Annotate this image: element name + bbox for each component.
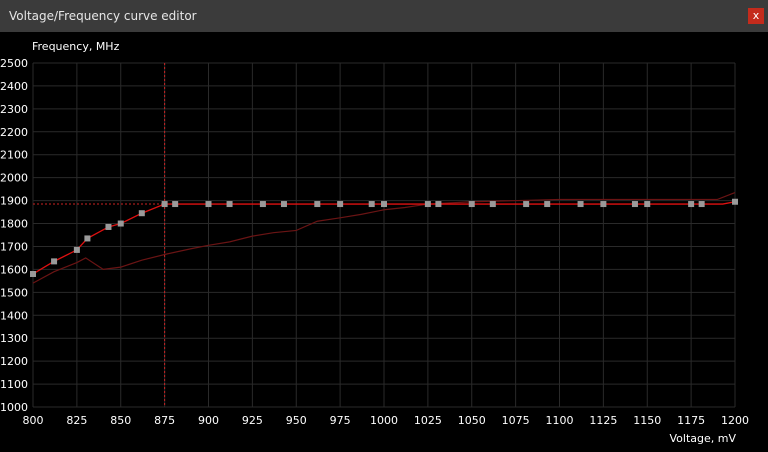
x-tick-label: 950	[286, 414, 307, 427]
x-tick-label: 975	[330, 414, 351, 427]
curve-point[interactable]	[105, 223, 112, 230]
crosshair	[33, 63, 166, 407]
curve-point[interactable]	[424, 201, 431, 208]
curve-point[interactable]	[337, 201, 344, 208]
close-button[interactable]: x	[748, 8, 764, 24]
curve-point[interactable]	[30, 270, 36, 277]
curve-point[interactable]	[84, 235, 91, 242]
x-tick-label: 1050	[458, 414, 486, 427]
curve-point[interactable]	[698, 201, 705, 208]
curve-point[interactable]	[544, 201, 551, 208]
x-tick-label: 1200	[721, 414, 749, 427]
curve-point[interactable]	[435, 201, 442, 208]
y-tick-label: 2000	[0, 172, 28, 185]
x-axis-label: Voltage, mV	[670, 432, 737, 445]
chart-axes: 1000 1100 1200 1300 1400 1500 1600 1700 1800 1900…	[0, 57, 749, 427]
vf-curve-editor-window: Voltage/Frequency curve editor x 1000 110…	[0, 0, 768, 448]
vf-curve-chart-area[interactable]: 1000 1100 1200 1300 1400 1500 1600 1700 1800 1900…	[0, 32, 768, 448]
x-tick-label: 900	[198, 414, 219, 427]
curve-point[interactable]	[631, 201, 638, 208]
curve-point[interactable]	[314, 201, 321, 208]
y-tick-label: 1800	[0, 218, 28, 231]
curve-point[interactable]	[280, 201, 287, 208]
x-tick-label: 850	[110, 414, 131, 427]
curve-point[interactable]	[226, 201, 233, 208]
y-tick-label: 1200	[0, 355, 28, 368]
x-tick-label: 800	[23, 414, 44, 427]
x-tick-label: 1175	[677, 414, 705, 427]
y-tick-label: 1500	[0, 286, 28, 299]
curve-point[interactable]	[51, 258, 58, 265]
title-bar: Voltage/Frequency curve editor x	[0, 0, 768, 32]
y-tick-label: 1300	[0, 332, 28, 345]
x-tick-label: 1025	[414, 414, 442, 427]
curve-point[interactable]	[73, 246, 80, 253]
chart-grid	[32, 62, 736, 408]
y-tick-label: 2500	[0, 57, 28, 70]
x-tick-label: 875	[154, 414, 175, 427]
y-tick-label: 1900	[0, 195, 28, 208]
curve-point[interactable]	[259, 201, 266, 208]
y-tick-label: 2300	[0, 103, 28, 116]
y-tick-label: 1100	[0, 378, 28, 391]
x-tick-label: 1100	[546, 414, 574, 427]
curve-point[interactable]	[577, 201, 584, 208]
curve-point[interactable]	[489, 201, 496, 208]
curve-point[interactable]	[117, 220, 124, 227]
curve-point[interactable]	[732, 198, 738, 205]
curve-point[interactable]	[644, 201, 651, 208]
y-tick-label: 1400	[0, 309, 28, 322]
curve-point[interactable]	[381, 201, 387, 208]
x-tick-label: 925	[242, 414, 263, 427]
curve-point[interactable]	[205, 201, 212, 208]
x-tick-label: 825	[66, 414, 87, 427]
curve-point[interactable]	[161, 201, 168, 208]
y-tick-label: 1700	[0, 240, 28, 253]
curve-point[interactable]	[368, 201, 375, 208]
y-tick-label: 1600	[0, 263, 28, 276]
y-axis-label: Frequency, MHz	[32, 40, 120, 53]
curve-point[interactable]	[688, 201, 695, 208]
curve-point[interactable]	[468, 201, 475, 208]
y-tick-label: 2100	[0, 149, 28, 162]
vf-curve-chart[interactable]: 1000 1100 1200 1300 1400 1500 1600 1700 1800 1900…	[0, 32, 768, 448]
y-tick-label: 2400	[0, 80, 28, 93]
y-tick-label: 2200	[0, 126, 28, 139]
x-tick-label: 1125	[589, 414, 617, 427]
x-tick-label: 1000	[370, 414, 398, 427]
curve-point[interactable]	[523, 201, 530, 208]
x-tick-label: 1075	[502, 414, 530, 427]
x-tick-label: 1150	[633, 414, 661, 427]
curve-point[interactable]	[138, 210, 145, 217]
y-tick-label: 1000	[0, 401, 28, 414]
window-title: Voltage/Frequency curve editor	[9, 9, 197, 23]
curve-point[interactable]	[600, 201, 607, 208]
curve-point[interactable]	[172, 201, 179, 208]
